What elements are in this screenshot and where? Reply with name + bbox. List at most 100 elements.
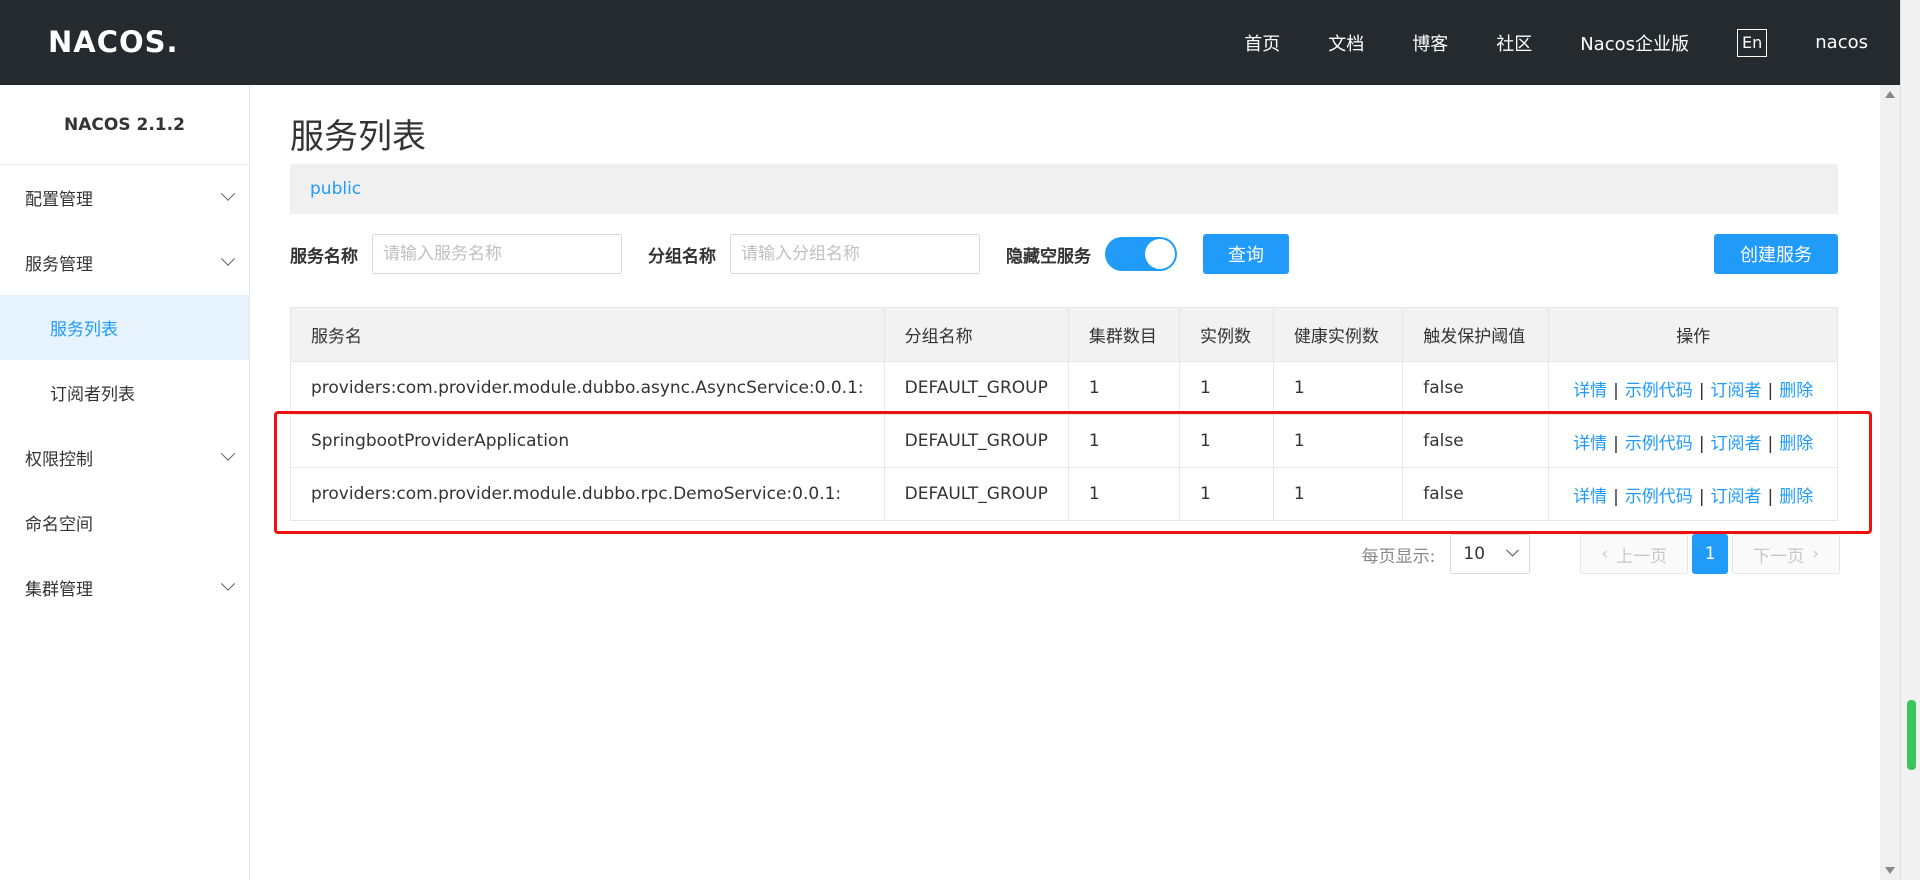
query-button[interactable]: 查询 xyxy=(1203,234,1289,274)
op-separator: | xyxy=(1613,486,1619,507)
subscriber-link[interactable]: 订阅者 xyxy=(1711,434,1762,454)
cell-clusters: 1 xyxy=(1068,361,1181,415)
col-operations: 操作 xyxy=(1548,307,1838,362)
detail-link[interactable]: 详情 xyxy=(1573,381,1607,401)
col-service-name: 服务名 xyxy=(290,307,885,362)
language-switch[interactable]: En xyxy=(1737,28,1768,57)
cell-group: DEFAULT_GROUP xyxy=(884,414,1069,468)
sample-code-link[interactable]: 示例代码 xyxy=(1625,434,1693,454)
scroll-up-icon[interactable] xyxy=(1885,91,1895,98)
sidebar-item-subscribers[interactable]: 订阅者列表 xyxy=(0,360,249,425)
nav-blog[interactable]: 博客 xyxy=(1412,30,1448,56)
service-name-label: 服务名称 xyxy=(290,246,358,267)
detail-link[interactable]: 详情 xyxy=(1573,487,1607,507)
chevron-down-icon xyxy=(220,186,236,201)
table-row: SpringbootProviderApplication DEFAULT_GR… xyxy=(290,414,1838,468)
sidebar-item-label: 订阅者列表 xyxy=(50,385,135,405)
delete-link[interactable]: 删除 xyxy=(1779,434,1813,454)
scroll-down-icon[interactable] xyxy=(1885,867,1895,874)
sidebar-item-service-list[interactable]: 服务列表 xyxy=(0,295,249,360)
op-separator: | xyxy=(1698,486,1705,507)
op-separator: | xyxy=(1613,433,1619,454)
sidebar-item-service-management[interactable]: 服务管理 xyxy=(0,230,249,295)
chevron-down-icon xyxy=(1506,543,1520,557)
prev-page-button[interactable]: ‹ 上一页 xyxy=(1580,534,1689,574)
cell-threshold: false xyxy=(1402,414,1550,468)
cell-operations: 详情 | 示例代码 | 订阅者 | 删除 xyxy=(1548,414,1838,468)
cell-threshold: false xyxy=(1402,361,1550,415)
cell-clusters: 1 xyxy=(1068,414,1181,468)
create-service-button[interactable]: 创建服务 xyxy=(1714,234,1838,274)
cell-instances: 1 xyxy=(1179,414,1274,468)
table-row: providers:com.provider.module.dubbo.asyn… xyxy=(290,361,1838,415)
chevron-down-icon xyxy=(220,446,236,461)
hide-empty-toggle[interactable] xyxy=(1105,237,1177,271)
op-separator: | xyxy=(1698,380,1705,401)
service-name-input[interactable] xyxy=(372,234,622,274)
hide-empty-label: 隐藏空服务 xyxy=(1006,246,1091,267)
op-separator: | xyxy=(1767,380,1774,401)
page-size-value: 10 xyxy=(1463,544,1486,564)
cell-instances: 1 xyxy=(1179,361,1274,415)
sidebar-item-permissions[interactable]: 权限控制 xyxy=(0,425,249,490)
page-number-current[interactable]: 1 xyxy=(1692,534,1729,574)
subscriber-link[interactable]: 订阅者 xyxy=(1711,381,1762,401)
sidebar-item-label: 服务管理 xyxy=(25,255,93,275)
user-name[interactable]: nacos xyxy=(1815,32,1868,53)
cell-group: DEFAULT_GROUP xyxy=(884,361,1069,415)
op-separator: | xyxy=(1767,433,1774,454)
cell-healthy: 1 xyxy=(1273,467,1404,521)
table-header-row: 服务名 分组名称 集群数目 实例数 健康实例数 触发保护阈值 操作 xyxy=(290,307,1838,362)
toggle-knob xyxy=(1145,239,1175,269)
main-content: 服务列表 public 服务名称 分组名称 隐藏空服务 查询 创建服务 服务名 … xyxy=(250,85,1880,880)
cell-service-name: providers:com.provider.module.dubbo.rpc.… xyxy=(290,467,885,521)
next-page-button[interactable]: 下一页 › xyxy=(1732,534,1840,574)
cell-group: DEFAULT_GROUP xyxy=(884,467,1069,521)
subscriber-link[interactable]: 订阅者 xyxy=(1711,487,1762,507)
cell-service-name: providers:com.provider.module.dubbo.asyn… xyxy=(290,361,885,415)
top-header: NACOS. 首页 文档 博客 社区 Nacos企业版 En nacos xyxy=(0,0,1900,85)
sidebar: NACOS 2.1.2 配置管理 服务管理 服务列表 订阅者列表 权限控制 命名… xyxy=(0,85,250,880)
top-nav: 首页 文档 博客 社区 Nacos企业版 En nacos xyxy=(1196,0,1868,85)
logo-text: NACOS. xyxy=(48,25,179,59)
window-scrollbar[interactable] xyxy=(1900,0,1920,880)
chevron-right-icon: › xyxy=(1812,544,1819,564)
sidebar-item-config[interactable]: 配置管理 xyxy=(0,165,249,230)
next-page-label: 下一页 xyxy=(1753,546,1805,567)
delete-link[interactable]: 删除 xyxy=(1779,381,1813,401)
chevron-left-icon: ‹ xyxy=(1601,544,1609,564)
filter-bar: 服务名称 分组名称 隐藏空服务 查询 创建服务 xyxy=(290,234,1838,274)
page-title: 服务列表 xyxy=(290,117,426,157)
op-separator: | xyxy=(1698,433,1705,454)
nav-home[interactable]: 首页 xyxy=(1244,30,1280,56)
op-separator: | xyxy=(1613,380,1619,401)
pagination: 每页显示: 10 ‹ 上一页 1 下一页 › xyxy=(1362,534,1840,574)
nav-enterprise[interactable]: Nacos企业版 xyxy=(1580,30,1689,56)
group-name-input[interactable] xyxy=(730,234,980,274)
sample-code-link[interactable]: 示例代码 xyxy=(1625,487,1693,507)
cell-clusters: 1 xyxy=(1068,467,1181,521)
sidebar-item-namespace[interactable]: 命名空间 xyxy=(0,490,249,555)
cell-threshold: false xyxy=(1402,467,1550,521)
chevron-down-icon xyxy=(220,576,236,591)
sample-code-link[interactable]: 示例代码 xyxy=(1625,381,1693,401)
sidebar-item-label: 权限控制 xyxy=(25,450,93,470)
namespace-public[interactable]: public xyxy=(310,179,361,199)
col-healthy-count: 健康实例数 xyxy=(1273,307,1404,362)
page-size-select[interactable]: 10 xyxy=(1450,534,1531,574)
nav-docs[interactable]: 文档 xyxy=(1328,30,1364,56)
sidebar-item-cluster[interactable]: 集群管理 xyxy=(0,555,249,620)
cell-service-name: SpringbootProviderApplication xyxy=(290,414,885,468)
cell-healthy: 1 xyxy=(1273,414,1404,468)
sidebar-item-label: 命名空间 xyxy=(25,515,93,535)
col-instance-count: 实例数 xyxy=(1179,307,1274,362)
content-scrollbar[interactable] xyxy=(1880,85,1900,880)
col-cluster-count: 集群数目 xyxy=(1068,307,1181,362)
col-group-name: 分组名称 xyxy=(884,307,1069,362)
nacos-logo[interactable]: NACOS. xyxy=(48,22,179,62)
namespace-bar: public xyxy=(290,164,1838,214)
service-table: 服务名 分组名称 集群数目 实例数 健康实例数 触发保护阈值 操作 provid… xyxy=(290,307,1838,521)
delete-link[interactable]: 删除 xyxy=(1779,487,1813,507)
detail-link[interactable]: 详情 xyxy=(1573,434,1607,454)
nav-community[interactable]: 社区 xyxy=(1496,30,1532,56)
